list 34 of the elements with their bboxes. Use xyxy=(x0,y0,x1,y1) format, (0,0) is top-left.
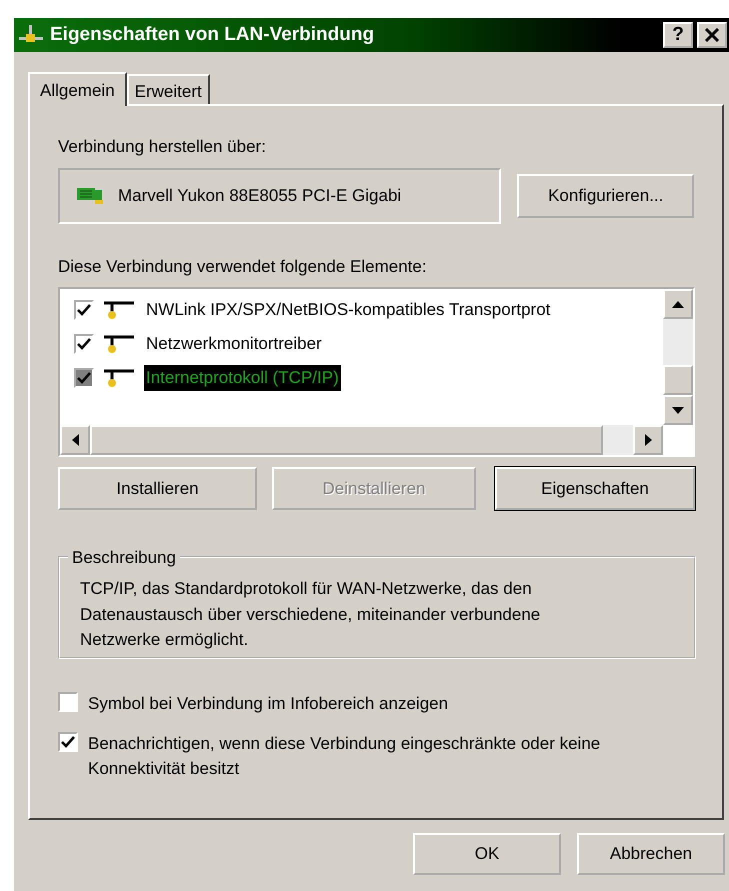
scroll-up-icon[interactable] xyxy=(663,289,693,319)
dialog-button[interactable]: OK xyxy=(413,833,561,875)
checkbox[interactable] xyxy=(58,732,78,752)
field-label: Diese Verbindung verwendet folgende Elemente: xyxy=(58,256,428,278)
field-label: Verbindung herstellen über: xyxy=(58,136,267,158)
network-card-icon xyxy=(76,186,104,206)
list-item[interactable]: Netzwerkmonitortreiber xyxy=(144,331,324,357)
action-button[interactable]: Eigenschaften xyxy=(495,467,695,510)
close-icon[interactable] xyxy=(704,28,720,42)
adapter-name: Marvell Yukon 88E8055 PCI-E Gigabi xyxy=(118,184,402,207)
protocol-icon xyxy=(102,334,136,354)
checkbox[interactable] xyxy=(58,692,78,712)
protocol-icon xyxy=(102,300,136,320)
option-label[interactable]: Benachrichtigen, wenn diese Verbindung eingeschränkte oder keine Konnektivität besitzt xyxy=(88,730,608,782)
list-item[interactable]: NWLink IPX/SPX/NetBIOS-kompatibles Transportprot xyxy=(144,297,552,323)
scroll-down-icon[interactable] xyxy=(663,395,693,425)
action-button[interactable]: Installieren xyxy=(58,467,257,510)
configure-button[interactable]: Konfigurieren... xyxy=(517,174,694,218)
list-item[interactable]: Internetprotokoll (TCP/IP) xyxy=(144,365,341,391)
component-list[interactable]: NWLink IPX/SPX/NetBIOS-kompatibles Transportprot Netzwerkmonitortreiber Internetprotokoll (TCP/IP) xyxy=(58,287,695,457)
scrollbar-thumb[interactable] xyxy=(663,365,693,395)
help-button[interactable]: ? xyxy=(663,22,693,48)
scroll-right-icon[interactable] xyxy=(633,425,663,455)
protocol-icon xyxy=(102,368,136,388)
dialog-button[interactable]: Abbrechen xyxy=(577,833,725,875)
checkbox[interactable] xyxy=(74,368,94,388)
description-text: TCP/IP, das Standardprotokoll für WAN-Netzwerke, das den Datenaustausch über verschiedene, miteinander verbundene Netzwerke ermöglicht. xyxy=(80,578,542,651)
close-button[interactable] xyxy=(697,22,727,48)
option-label[interactable]: Symbol bei Verbindung im Infobereich anzeigen xyxy=(88,691,448,716)
scroll-left-icon[interactable] xyxy=(60,425,90,455)
window-title: Eigenschaften von LAN-Verbindung xyxy=(50,22,376,47)
vertical-scrollbar[interactable] xyxy=(663,289,693,425)
tab[interactable]: Erweitert xyxy=(126,74,210,104)
tab[interactable]: Allgemein xyxy=(28,72,127,106)
